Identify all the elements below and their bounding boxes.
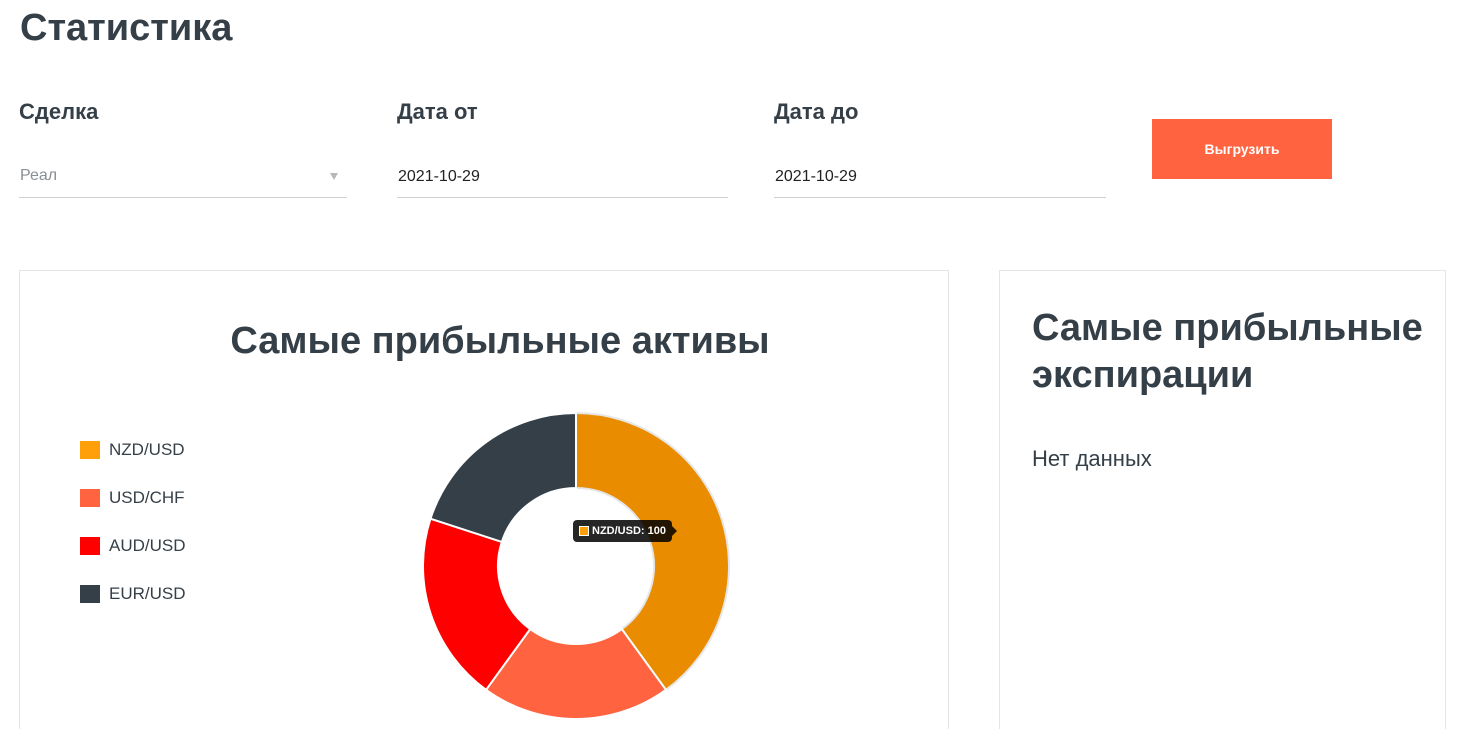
- slice-eur-usd[interactable]: [429, 411, 577, 544]
- export-button[interactable]: Выгрузить: [1152, 119, 1332, 179]
- legend-item-eur-usd[interactable]: EUR/USD: [80, 581, 240, 629]
- date-to-input[interactable]: [774, 163, 1106, 191]
- caret-down-icon[interactable]: [330, 173, 338, 180]
- deal-label: Сделка: [19, 99, 99, 124]
- legend-item-nzd-usd[interactable]: NZD/USD: [80, 437, 240, 485]
- legend-swatch: [80, 489, 100, 507]
- date-to-filter: Дата до: [774, 98, 1106, 200]
- legend-item-aud-usd[interactable]: AUD/USD: [80, 533, 240, 581]
- date-from-input[interactable]: [397, 163, 728, 191]
- legend-label: USD/CHF: [109, 488, 185, 507]
- deal-type-select[interactable]: Реал: [19, 162, 347, 198]
- top-expirations-title: Самые прибыльные экспирации: [1032, 307, 1423, 396]
- tooltip-swatch: [579, 526, 589, 536]
- legend-label: NZD/USD: [109, 440, 185, 459]
- assets-donut-chart: [422, 411, 730, 720]
- date-from-filter: Дата от: [397, 98, 728, 200]
- page-title: Статистика: [20, 7, 233, 49]
- top-assets-card: Самые прибыльные активы NZD/USD USD/CHF AU…: [19, 270, 949, 729]
- deal-type-value: Реал: [20, 167, 58, 184]
- legend-swatch: [80, 585, 100, 603]
- date-to-control: [774, 162, 1106, 198]
- legend-swatch: [80, 441, 100, 459]
- legend-label: EUR/USD: [109, 584, 186, 603]
- legend-label: AUD/USD: [109, 536, 186, 555]
- chart-tooltip: NZD/USD: 100: [573, 520, 677, 542]
- date-to-label: Дата до: [774, 99, 859, 124]
- tooltip-text: NZD/USD: 100: [592, 525, 666, 537]
- legend-item-usd-chf[interactable]: USD/CHF: [80, 485, 240, 533]
- deal-filter: Сделка Реал: [19, 98, 347, 200]
- no-data-text: Нет данных: [1032, 446, 1152, 471]
- chart-legend: NZD/USD USD/CHF AUD/USD EUR/USD: [80, 437, 240, 629]
- date-from-control: [397, 162, 728, 198]
- top-assets-title: Самые прибыльные активы: [230, 320, 770, 362]
- top-expirations-card: Самые прибыльные экспирации Нет данных: [999, 270, 1446, 729]
- date-from-label: Дата от: [397, 99, 478, 124]
- legend-swatch: [80, 537, 100, 555]
